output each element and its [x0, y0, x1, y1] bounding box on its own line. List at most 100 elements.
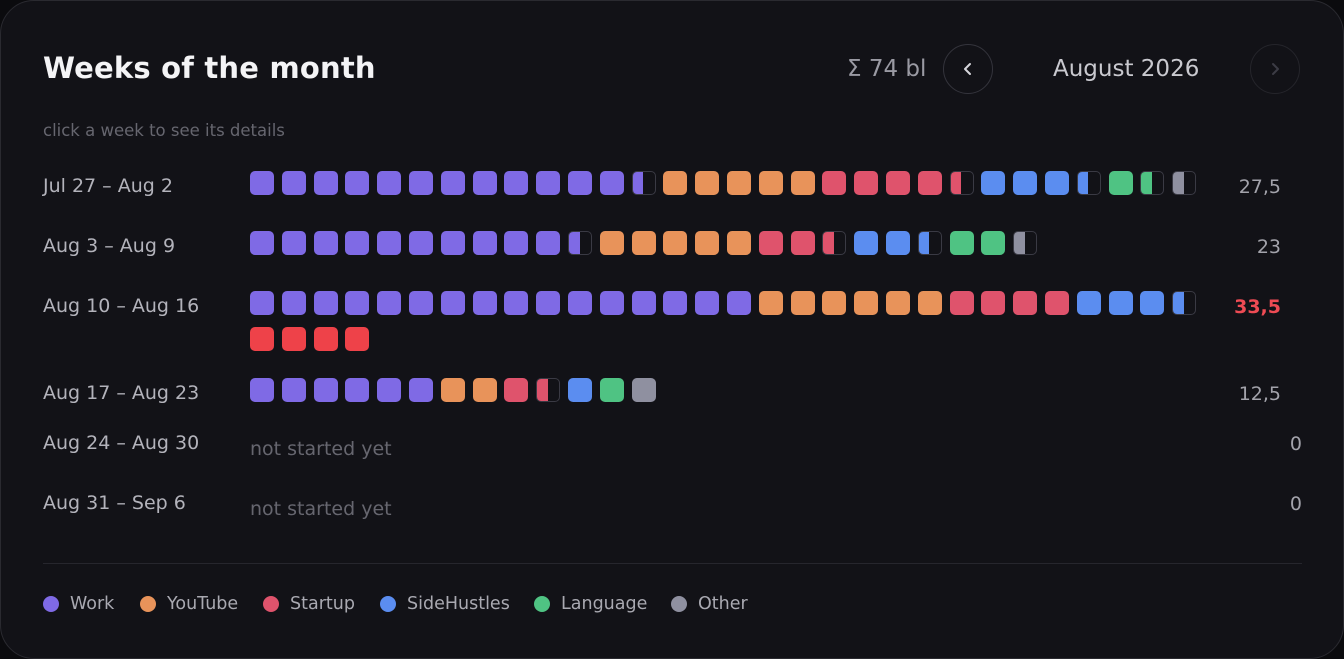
block-work: [599, 291, 624, 315]
block-youtube: [440, 378, 465, 402]
block-half-startup: [536, 378, 561, 402]
week-total: 0: [1289, 493, 1302, 515]
block-work: [472, 231, 497, 255]
block-sidehustles: [568, 378, 592, 402]
block-work: [250, 231, 274, 255]
chevron-left-icon: [964, 63, 971, 75]
block-work: [409, 231, 433, 255]
block-half-sidehustles: [917, 231, 942, 255]
block-youtube: [599, 231, 624, 255]
block-work: [663, 291, 688, 315]
block-youtube: [727, 171, 751, 195]
block-work: [250, 171, 274, 195]
block-work: [504, 231, 529, 255]
block-youtube: [854, 291, 879, 315]
prev-month-button[interactable]: [943, 44, 993, 94]
block-language: [599, 378, 624, 402]
block-half-fill: [1014, 232, 1025, 254]
block-youtube: [695, 171, 720, 195]
month-total: Σ 74 bl: [847, 56, 927, 82]
block-work: [345, 171, 370, 195]
block-startup: [917, 171, 942, 195]
block-work: [472, 171, 497, 195]
block-work: [377, 378, 402, 402]
block-sidehustles: [1013, 171, 1038, 195]
block-youtube: [727, 231, 751, 255]
legend-item-work: Work: [43, 594, 114, 614]
block-work: [377, 291, 402, 315]
block-work: [472, 291, 497, 315]
block-work: [313, 171, 338, 195]
block-startup: [822, 171, 847, 195]
block-work: [250, 291, 274, 315]
block-youtube: [758, 291, 783, 315]
week-label: Aug 10 – Aug 16: [43, 295, 200, 317]
block-startup: [981, 291, 1006, 315]
block-work: [281, 378, 306, 402]
block-work: [377, 171, 402, 195]
block-work: [440, 171, 465, 195]
legend-label: Startup: [290, 594, 355, 614]
block-work: [281, 231, 306, 255]
block-youtube: [663, 231, 688, 255]
block-half-fill: [1173, 292, 1184, 314]
block-work: [313, 378, 338, 402]
block-work: [504, 291, 529, 315]
next-month-button[interactable]: [1250, 44, 1300, 94]
legend-dot-icon: [140, 596, 156, 612]
block-half-work: [568, 231, 592, 255]
block-work: [440, 231, 465, 255]
block-over: [345, 327, 370, 351]
legend-dot-icon: [671, 596, 687, 612]
block-other: [631, 378, 656, 402]
block-half-work: [631, 171, 656, 195]
block-work: [599, 171, 624, 195]
block-startup: [854, 171, 879, 195]
block-over: [281, 327, 306, 351]
block-half-startup: [822, 231, 847, 255]
week-empty-note: not started yet: [250, 438, 392, 460]
block-startup: [1013, 291, 1038, 315]
block-work: [409, 291, 433, 315]
block-youtube: [695, 231, 720, 255]
current-month: August 2026: [1053, 56, 1200, 82]
block-work: [377, 231, 402, 255]
block-work: [281, 291, 306, 315]
block-sidehustles: [886, 231, 910, 255]
hint-text: click a week to see its details: [43, 121, 285, 140]
week-label: Aug 17 – Aug 23: [43, 382, 200, 404]
block-sidehustles: [1108, 291, 1133, 315]
block-half-fill: [918, 232, 930, 254]
legend-item-startup: Startup: [263, 594, 355, 614]
week-label: Aug 3 – Aug 9: [43, 235, 176, 257]
block-sidehustles: [854, 231, 879, 255]
legend-label: Work: [70, 594, 115, 614]
legend-item-youtube: YouTube: [140, 594, 238, 614]
block-work: [250, 378, 274, 402]
block-work: [313, 291, 338, 315]
week-total: 33,5: [1234, 296, 1281, 318]
block-half-fill: [823, 232, 834, 254]
legend-item-sidehustles: SideHustles: [380, 594, 510, 614]
block-language: [981, 231, 1006, 255]
block-startup: [758, 231, 783, 255]
chevron-right-icon: [1272, 63, 1279, 75]
block-half-other: [1172, 171, 1197, 195]
block-half-fill: [569, 232, 580, 254]
block-half-other: [1013, 231, 1038, 255]
legend-item-other: Other: [671, 594, 748, 614]
block-sidehustles: [1140, 291, 1165, 315]
block-language: [949, 231, 974, 255]
block-over: [313, 327, 338, 351]
block-startup: [790, 231, 815, 255]
week-label: Jul 27 – Aug 2: [43, 175, 173, 197]
week-total: 27,5: [1238, 176, 1281, 198]
block-work: [313, 231, 338, 255]
block-over: [250, 327, 274, 351]
legend-dot-icon: [534, 596, 550, 612]
block-work: [504, 171, 529, 195]
block-half-fill: [1173, 172, 1184, 194]
legend-item-language: Language: [534, 594, 647, 614]
card-title: Weeks of the month: [43, 51, 376, 85]
block-youtube: [758, 171, 783, 195]
